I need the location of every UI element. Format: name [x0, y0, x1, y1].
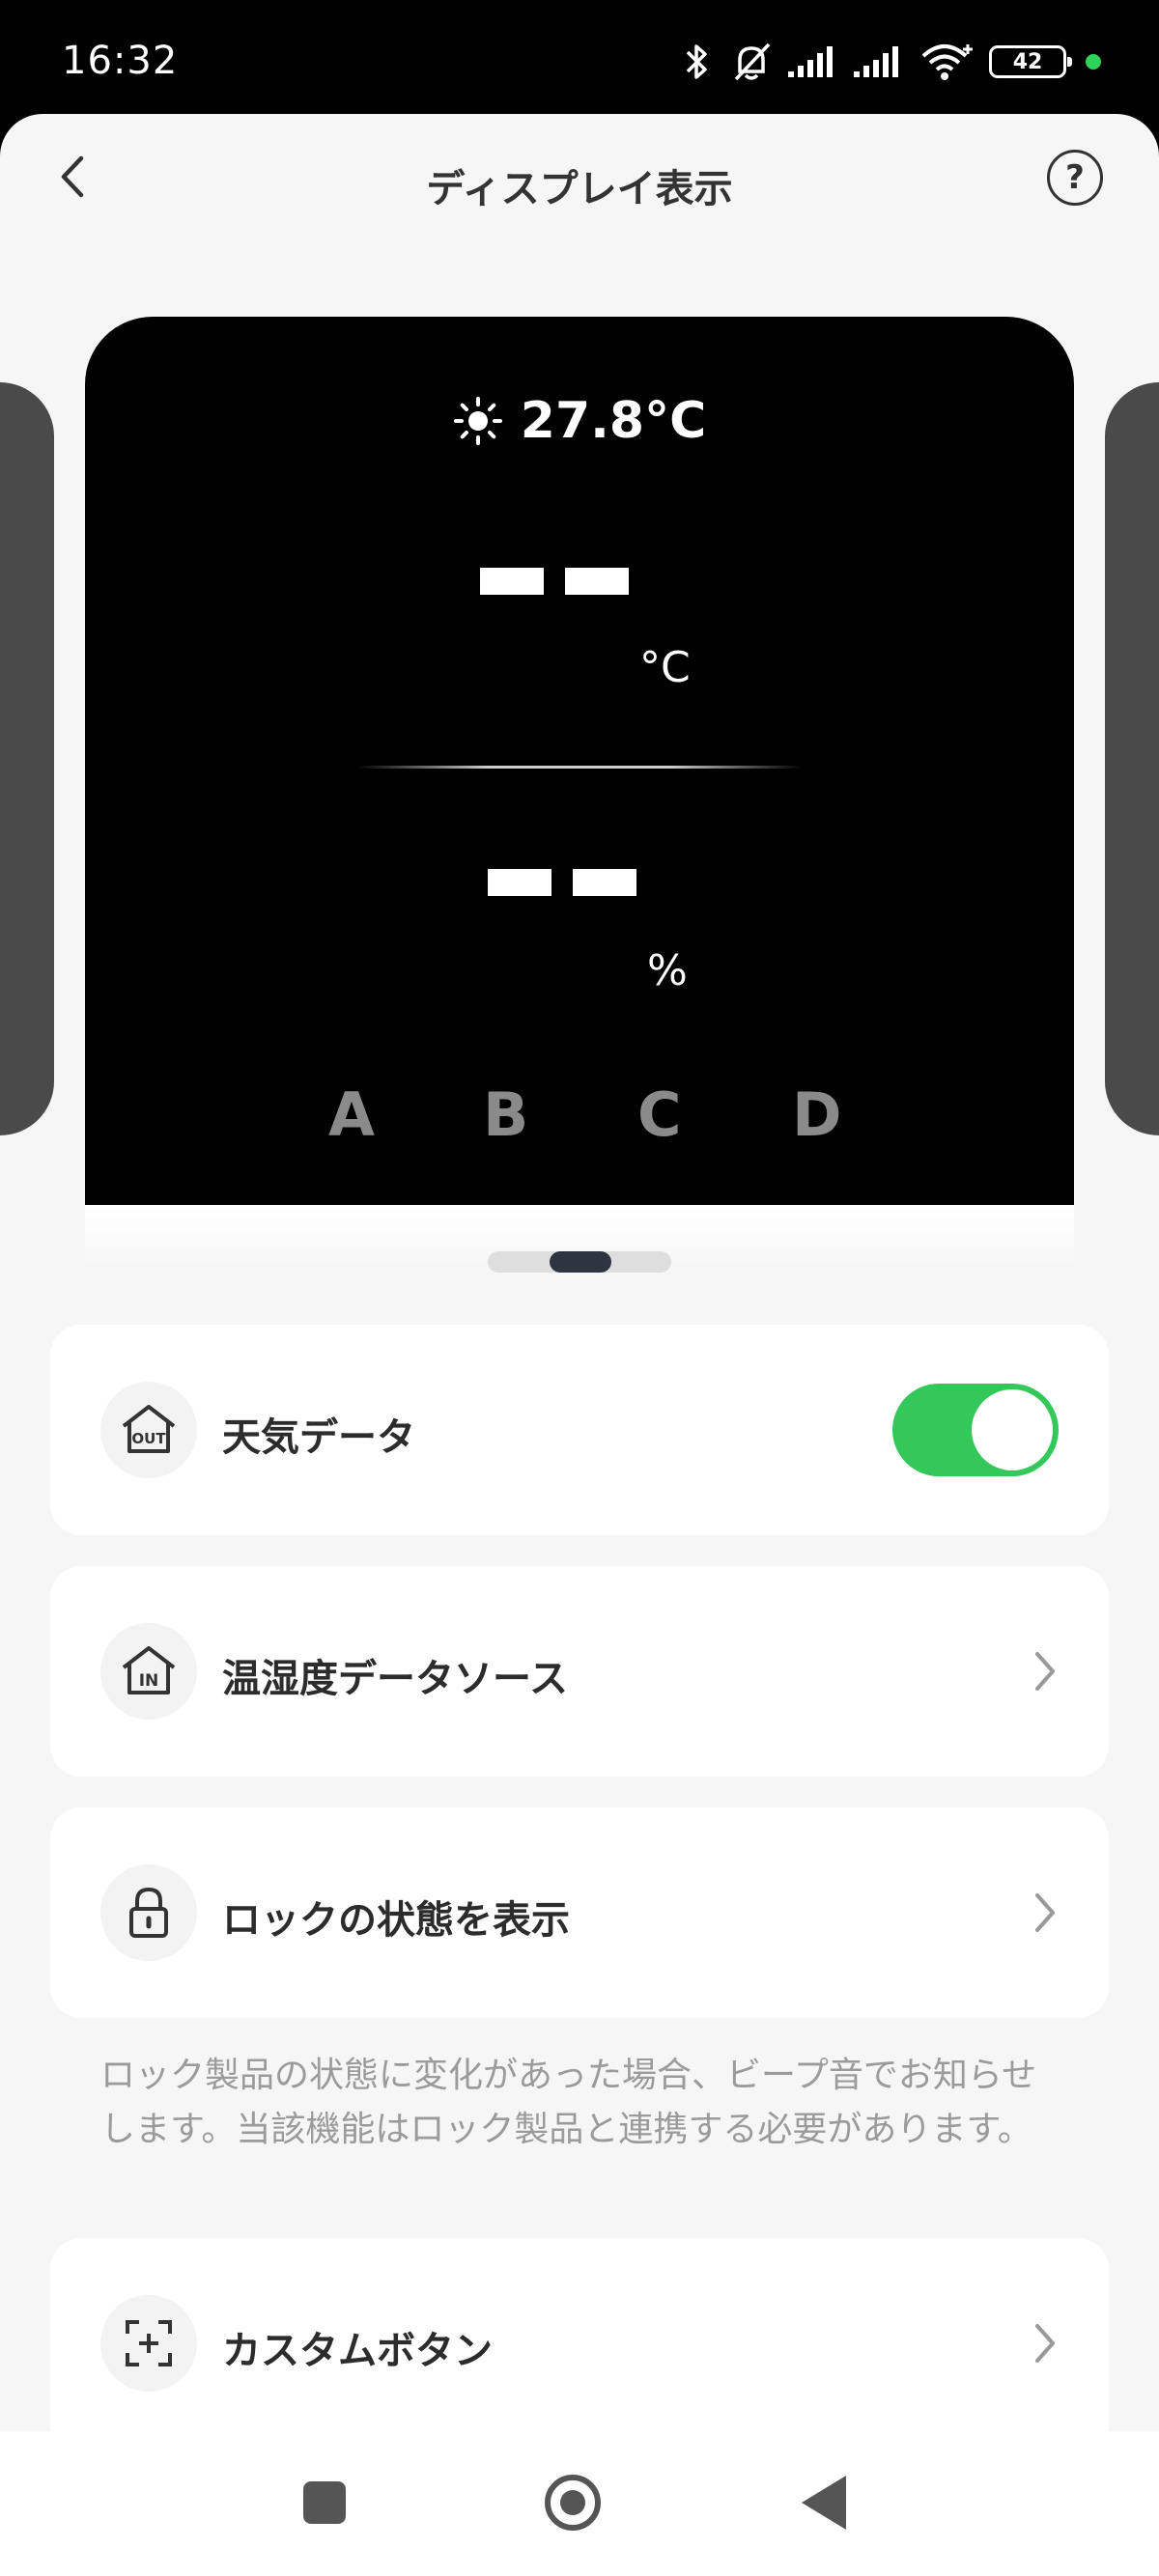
signal-icon-2 [854, 46, 898, 77]
display-button-a: A [328, 1079, 375, 1150]
recents-button[interactable] [303, 2481, 346, 2524]
display-button-d: D [792, 1079, 842, 1150]
display-button-b: B [483, 1079, 529, 1150]
display-preview: 27.8°C °C % A B C D [85, 317, 1074, 1205]
carousel-pager[interactable] [488, 1251, 671, 1273]
pager-active-indicator [550, 1251, 611, 1273]
battery-icon: 42 [989, 45, 1072, 78]
weather-data-row[interactable]: OUT 天気データ [50, 1325, 1109, 1535]
weather-data-toggle[interactable] [892, 1384, 1059, 1476]
chevron-right-icon [1035, 1652, 1055, 1691]
carousel-prev-card[interactable] [0, 382, 54, 1135]
temp-unit: °C [639, 643, 691, 692]
custom-button-label: カスタムボタン [222, 2329, 493, 2373]
battery-level: 42 [1012, 49, 1043, 74]
humidity-dash-2 [573, 869, 636, 896]
home-out-icon: OUT [100, 1382, 197, 1478]
temp-humidity-source-row[interactable]: IN 温湿度データソース [50, 1566, 1109, 1777]
status-time: 16:32 [62, 39, 179, 83]
svg-text:OUT: OUT [131, 1430, 166, 1447]
privacy-indicator-dot [1086, 54, 1101, 70]
page-title: ディスプレイ表示 [426, 167, 733, 211]
temp-dash-1 [480, 568, 544, 595]
humidity-unit: % [647, 946, 688, 995]
lock-status-row[interactable]: ロックの状態を表示 [50, 1807, 1109, 2018]
back-button[interactable] [802, 2476, 846, 2530]
custom-button-row[interactable]: カスタムボタン [50, 2238, 1109, 2431]
signal-icon-1 [788, 46, 833, 77]
wifi-icon [921, 44, 973, 80]
lock-status-label: ロックの状態を表示 [222, 1898, 570, 1943]
top-bar: ディスプレイ表示 ? [0, 114, 1159, 249]
chevron-right-icon [1035, 2324, 1055, 2363]
temp-humidity-source-label: 温湿度データソース [222, 1657, 568, 1701]
weather-data-label: 天気データ [222, 1415, 415, 1460]
system-nav-bar [0, 2431, 1159, 2576]
display-divider [357, 766, 802, 769]
carousel-next-card[interactable] [1105, 382, 1159, 1135]
home-button[interactable] [545, 2475, 601, 2531]
lock-status-note: ロック製品の状態に変化があった場合、ビープ音でお知らせします。当該機能はロック製… [100, 2056, 1037, 2149]
muted-bell-icon [734, 42, 771, 81]
toggle-knob [972, 1389, 1053, 1470]
weather-readout: 27.8°C [85, 392, 1074, 450]
svg-text:IN: IN [139, 1671, 159, 1691]
lock-icon [100, 1864, 197, 1961]
home-in-icon: IN [100, 1623, 197, 1720]
humidity-dash-1 [488, 869, 551, 896]
sun-icon [453, 397, 502, 445]
display-button-c: C [637, 1079, 682, 1150]
app-screen: ディスプレイ表示 ? 27.8°C °C % A B C D OUT 天気データ… [0, 114, 1159, 2431]
status-bar: 16:32 42 [0, 0, 1159, 114]
help-circle-icon[interactable]: ? [1047, 150, 1103, 206]
chevron-right-icon [1035, 1893, 1055, 1932]
temp-dash-2 [565, 568, 629, 595]
custom-button-icon [100, 2295, 197, 2392]
status-icons: 42 [680, 35, 1101, 89]
outdoor-temperature: 27.8°C [520, 392, 707, 450]
bluetooth-icon [686, 44, 707, 79]
